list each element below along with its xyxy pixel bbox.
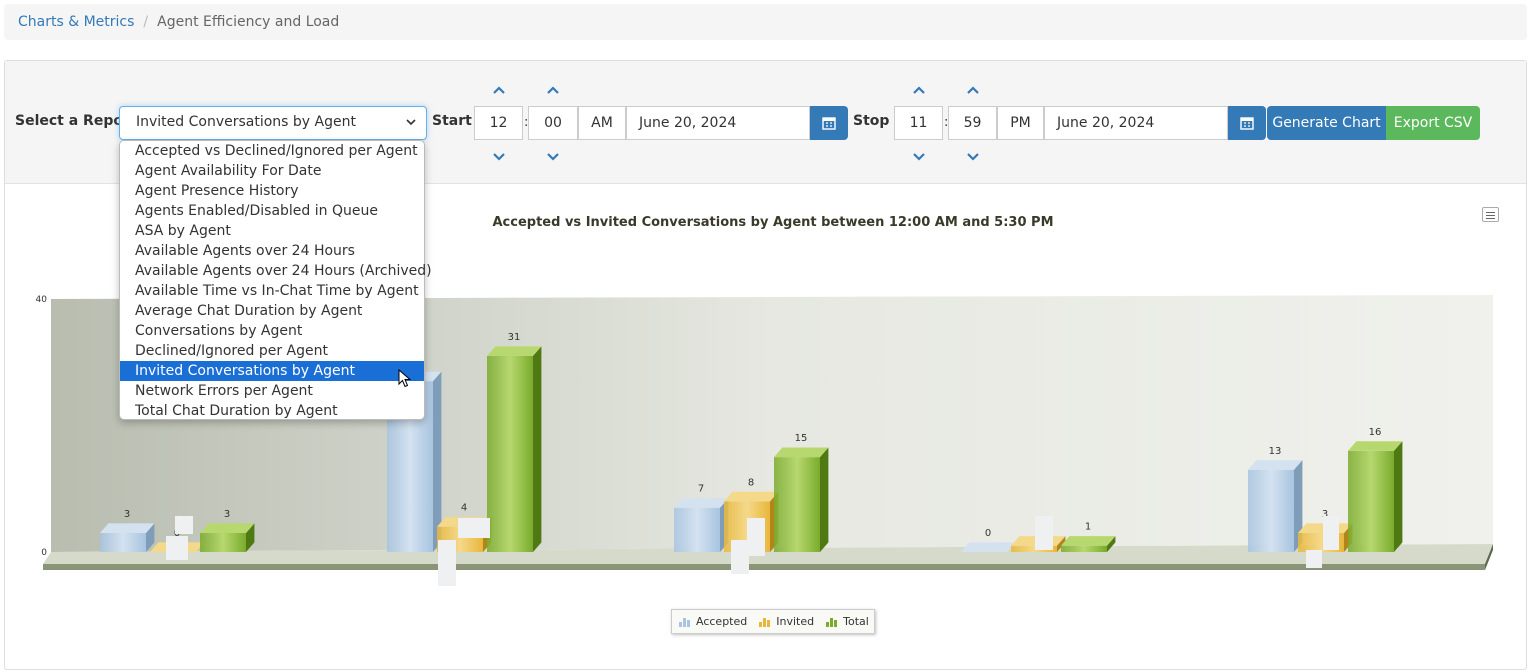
bar-accepted <box>674 498 729 552</box>
data-label: 31 <box>508 332 521 343</box>
data-label: 8 <box>748 477 754 488</box>
report-option[interactable]: Available Agents over 24 Hours (Archived… <box>120 261 432 281</box>
report-option[interactable]: Declined/Ignored per Agent <box>120 341 424 361</box>
report-option[interactable]: Available Time vs In-Chat Time by Agent <box>120 281 424 301</box>
bar-total <box>1061 536 1116 552</box>
data-label: 7 <box>698 484 704 495</box>
start-minute-input[interactable]: 00 <box>528 106 578 140</box>
report-option[interactable]: Total Chat Duration by Agent <box>120 401 424 421</box>
bar-total <box>487 346 542 552</box>
redacted-category-label <box>1323 516 1339 550</box>
report-option[interactable]: Available Agents over 24 Hours <box>120 241 424 261</box>
data-label: 13 <box>1269 446 1282 457</box>
stop-date-input[interactable]: June 20, 2024 <box>1044 106 1228 140</box>
legend-invited[interactable]: Invited <box>759 615 814 628</box>
start-minute-up-icon[interactable] <box>545 83 561 97</box>
start-label: Start <box>432 113 472 129</box>
legend-total-label: Total <box>843 615 869 628</box>
data-label: 15 <box>795 433 808 444</box>
data-label: 4 <box>461 503 467 514</box>
legend-total[interactable]: Total <box>826 615 869 628</box>
report-option[interactable]: Agent Presence History <box>120 181 424 201</box>
start-date-input[interactable]: June 20, 2024 <box>626 106 810 140</box>
stop-hour-input[interactable]: 11 <box>894 106 943 140</box>
start-ampm-toggle[interactable]: AM <box>578 106 626 140</box>
mouse-pointer-icon <box>398 369 412 388</box>
data-label: 3 <box>224 509 230 520</box>
chart-legend: Accepted Invited Total <box>671 609 875 634</box>
stop-label: Stop <box>853 113 890 129</box>
report-option[interactable]: Average Chat Duration by Agent <box>120 301 424 321</box>
stop-minute-down-icon[interactable] <box>965 150 981 164</box>
chart-title: Accepted vs Invited Conversations by Age… <box>493 215 1054 230</box>
stop-minute-up-icon[interactable] <box>965 83 981 97</box>
report-select[interactable]: Invited Conversations by Agent <box>119 106 427 140</box>
bar-total <box>774 447 829 552</box>
report-option[interactable]: Agents Enabled/Disabled in Queue <box>120 201 424 221</box>
redacted-category-label <box>438 540 456 586</box>
start-calendar-button[interactable] <box>810 106 848 140</box>
stop-hour-up-icon[interactable] <box>911 83 927 97</box>
legend-accepted-label: Accepted <box>696 615 748 628</box>
breadcrumb-charts-metrics-link[interactable]: Charts & Metrics <box>18 14 134 30</box>
stop-ampm-toggle[interactable]: PM <box>997 106 1044 140</box>
y-tick-label: 0 <box>41 548 47 558</box>
calendar-icon <box>822 117 836 130</box>
stop-calendar-button[interactable] <box>1228 106 1266 140</box>
bar-accepted <box>961 542 1016 552</box>
bar-total <box>200 523 255 552</box>
data-label: 16 <box>1369 427 1382 438</box>
generate-chart-button[interactable]: Generate Chart <box>1267 106 1386 140</box>
chevron-down-icon <box>406 119 416 126</box>
start-hour-down-icon[interactable] <box>491 150 507 164</box>
report-select-value: Invited Conversations by Agent <box>136 114 356 130</box>
legend-accepted[interactable]: Accepted <box>679 615 747 628</box>
redacted-category-label <box>166 536 188 560</box>
data-label: 3 <box>124 509 130 520</box>
data-label: 0 <box>985 528 991 539</box>
redacted-category-label <box>1306 550 1322 568</box>
redacted-category-label <box>731 540 749 574</box>
start-hour-input[interactable]: 12 <box>474 106 523 140</box>
breadcrumb-separator: / <box>143 14 149 30</box>
stop-hour-down-icon[interactable] <box>911 150 927 164</box>
stop-minute-input[interactable]: 59 <box>948 106 997 140</box>
legend-invited-label: Invited <box>776 615 815 628</box>
y-tick-label: 40 <box>36 295 48 305</box>
start-hour-up-icon[interactable] <box>491 83 507 97</box>
chart-floor-edge <box>43 564 1485 570</box>
bar-chart-icon <box>826 618 838 627</box>
report-option[interactable]: ASA by Agent <box>120 221 424 241</box>
data-label: 1 <box>1085 522 1091 533</box>
bar-accepted <box>100 523 155 552</box>
redacted-category-label <box>1035 516 1053 550</box>
start-minute-down-icon[interactable] <box>545 150 561 164</box>
report-dropdown-list[interactable]: Accepted vs Declined/Ignored per Agent Ag… <box>119 140 432 421</box>
report-option[interactable]: Agent Availability For Date <box>120 161 424 181</box>
redacted-category-label <box>458 518 490 538</box>
bar-chart-icon <box>679 618 690 627</box>
calendar-icon <box>1240 117 1254 130</box>
bar-accepted <box>1248 460 1303 552</box>
report-option[interactable]: Accepted vs Declined/Ignored per Agent <box>120 141 424 161</box>
report-option[interactable]: Network Errors per Agent <box>120 381 424 401</box>
bar-chart-icon <box>759 618 771 627</box>
redacted-category-label <box>747 518 765 556</box>
report-option[interactable]: Invited Conversations by Agent <box>120 361 424 381</box>
chart-menu-icon[interactable] <box>1482 207 1499 222</box>
breadcrumb-current: Agent Efficiency and Load <box>157 14 340 30</box>
redacted-category-label <box>175 516 193 534</box>
report-option[interactable]: Conversations by Agent <box>120 321 424 341</box>
bar-total <box>1348 441 1403 552</box>
breadcrumb: Charts & Metrics / Agent Efficiency and … <box>4 4 1527 40</box>
export-csv-button[interactable]: Export CSV <box>1386 106 1480 140</box>
